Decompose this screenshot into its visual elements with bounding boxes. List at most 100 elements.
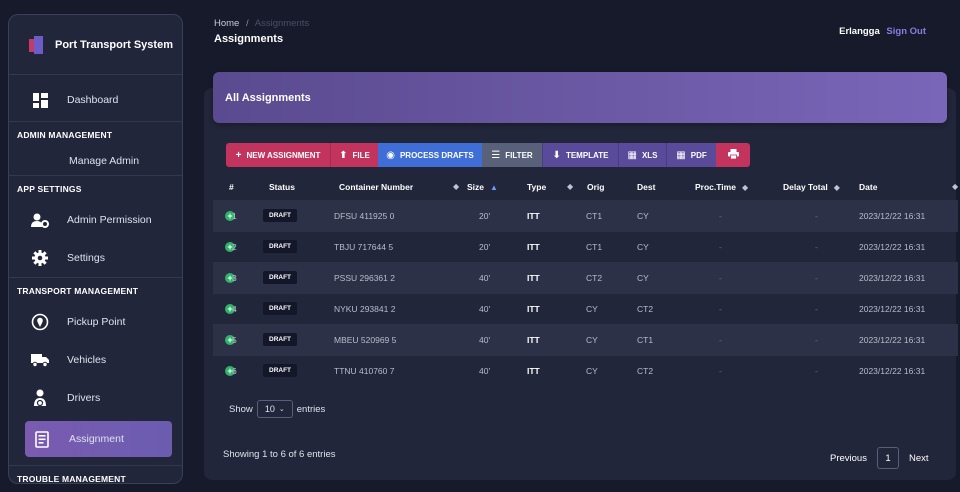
col-proc-time[interactable]: Proc.Time ◆: [695, 182, 748, 192]
col-delay-total[interactable]: Delay Total ◆: [783, 182, 840, 192]
sort-icon[interactable]: ◆: [453, 182, 459, 191]
breadcrumb: Home / Assignments: [214, 18, 309, 29]
table-row[interactable]: + DRAFT 5 MBEU 520969 5 40' ITT CY CT1- -2023/12…: [213, 324, 958, 355]
print-button[interactable]: [716, 143, 750, 167]
cell-proc-time: -: [719, 211, 722, 221]
cell-proc-time: -: [719, 366, 722, 376]
col-label: Container Number: [339, 182, 414, 192]
sidebar-item-manage-admin[interactable]: Manage Admin: [9, 147, 182, 175]
cell-proc-time: -: [719, 335, 722, 345]
pdf-button[interactable]: ▦ PDF: [666, 143, 716, 167]
next-button[interactable]: Next: [899, 453, 939, 464]
cell-container: NYKU 293841 2: [334, 304, 396, 314]
section-trouble-management: TROUBLE MANAGEMENT: [9, 465, 182, 483]
sidebar-item-dashboard[interactable]: Dashboard: [9, 81, 182, 119]
page-1-button[interactable]: 1: [876, 447, 899, 469]
breadcrumb-home[interactable]: Home: [214, 18, 239, 29]
upload-icon: ⬆: [339, 149, 348, 161]
cell-orig: CT1: [586, 242, 603, 252]
cell-size: 40': [479, 335, 491, 345]
gear-icon: [31, 249, 49, 267]
sidebar-item-label: Pickup Point: [67, 316, 126, 328]
cell-size: 40': [479, 366, 491, 376]
sidebar-item-label: Settings: [67, 252, 105, 264]
brand[interactable]: Port Transport System: [9, 15, 182, 75]
printer-icon: [727, 149, 739, 161]
sort-icon: ◆: [833, 183, 840, 192]
sidebar-item-label: Dashboard: [67, 94, 119, 106]
col-container-number[interactable]: Container Number: [339, 182, 413, 192]
previous-button[interactable]: Previous: [820, 453, 877, 464]
col-dest[interactable]: Dest: [637, 182, 655, 192]
chevron-down-icon: ⌄: [278, 406, 285, 413]
status-badge: DRAFT: [263, 240, 298, 253]
col-type[interactable]: Type: [527, 182, 546, 192]
toolbar: + NEW ASSIGNMENT ⬆ FILE ◉ PROCESS DRAFTS…: [226, 143, 750, 167]
xls-button[interactable]: ▦ XLS: [618, 143, 666, 167]
col-size[interactable]: Size ▲: [467, 182, 498, 192]
cell-date: 2023/12/22 16:31: [859, 273, 926, 283]
card-title: All Assignments: [213, 72, 947, 123]
plus-icon: +: [235, 149, 242, 161]
dashboard-icon: [31, 91, 49, 109]
cell-container: DFSU 411925 0: [334, 211, 395, 221]
table-row[interactable]: + DRAFT 2 TBJU 717644 5 20' ITT CT1 CY - -2023/12…: [213, 231, 958, 262]
entries-select[interactable]: 10 ⌄: [256, 400, 293, 418]
table-row[interactable]: + DRAFT 1 DFSU 411925 0 20' ITT CT1 CY - -2023/12…: [213, 200, 958, 231]
sort-asc-icon: ▲: [490, 183, 498, 192]
sidebar-item-vehicles[interactable]: Vehicles: [9, 341, 182, 379]
status-badge: DRAFT: [263, 271, 298, 284]
user-name: Erlangga: [839, 26, 880, 37]
col-orig[interactable]: Orig: [587, 182, 604, 192]
cell-dest: CY: [637, 273, 649, 283]
sign-out-link[interactable]: Sign Out: [886, 26, 926, 37]
cell-date: 2023/12/22 16:31: [859, 242, 926, 252]
clipboard-icon: [33, 430, 51, 448]
cell-dest: CT2: [637, 304, 654, 314]
sidebar-item-drivers[interactable]: Drivers: [9, 379, 182, 417]
file-button[interactable]: ⬆ FILE: [330, 143, 378, 167]
button-label: FILTER: [505, 150, 533, 160]
cell-date: 2023/12/22 16:31: [859, 366, 926, 376]
cell-type: ITT: [527, 211, 540, 221]
table-row[interactable]: + DRAFT 3 PSSU 296361 2 40' ITT CT2 CY - -2023/12…: [213, 262, 958, 293]
cell-num: 2: [232, 242, 237, 252]
file-excel-icon: ▦: [627, 149, 637, 161]
cell-dest: CT1: [637, 335, 654, 345]
cell-date: 2023/12/22 16:31: [859, 304, 926, 314]
process-drafts-button[interactable]: ◉ PROCESS DRAFTS: [378, 143, 482, 167]
sidebar-item-label: Admin Permission: [67, 214, 152, 226]
cell-size: 40': [479, 304, 491, 314]
cell-orig: CT2: [586, 273, 603, 283]
table-row[interactable]: + DRAFT 4 NYKU 293841 2 40' ITT CY CT2- -2023/12…: [213, 293, 958, 324]
cell-delay-total: -: [815, 211, 818, 221]
sidebar-item-settings[interactable]: Settings: [9, 239, 182, 277]
file-pdf-icon: ▦: [676, 149, 686, 161]
broadcast-icon: ◉: [386, 149, 395, 161]
sort-icon[interactable]: ◆: [952, 182, 958, 191]
truck-icon: [31, 351, 49, 369]
user-area: Erlangga Sign Out: [839, 26, 926, 37]
cell-num: 1: [232, 211, 237, 221]
cell-delay-total: -: [815, 242, 818, 252]
filter-icon: ☰: [491, 149, 501, 161]
sidebar-item-assignment[interactable]: Assignment: [25, 421, 172, 457]
col-num[interactable]: #: [229, 182, 234, 192]
button-label: PROCESS DRAFTS: [399, 150, 474, 160]
cell-type: ITT: [527, 335, 540, 345]
sort-icon[interactable]: ◆: [567, 182, 573, 191]
button-label: PDF: [690, 150, 707, 160]
filter-button[interactable]: ☰ FILTER: [482, 143, 542, 167]
col-status[interactable]: Status: [269, 182, 295, 192]
template-button[interactable]: ⬇ TEMPLATE: [542, 143, 618, 167]
sidebar-item-admin-permission[interactable]: Admin Permission: [9, 201, 182, 239]
cell-num: 6: [232, 366, 237, 376]
cell-proc-time: -: [719, 242, 722, 252]
sidebar-item-pickup-point[interactable]: Pickup Point: [9, 303, 182, 341]
entries-select-value: 10: [264, 404, 275, 414]
table-row[interactable]: + DRAFT 6 TTNU 410760 7 40' ITT CY CT2- -2023/12…: [213, 355, 958, 386]
button-label: XLS: [641, 150, 658, 160]
new-assignment-button[interactable]: + NEW ASSIGNMENT: [226, 143, 330, 167]
col-date[interactable]: Date: [859, 182, 877, 192]
cell-type: ITT: [527, 242, 540, 252]
